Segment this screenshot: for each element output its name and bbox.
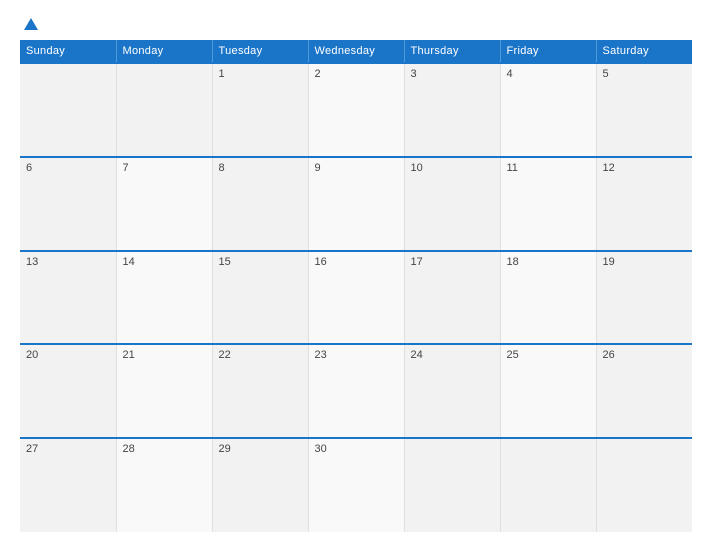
calendar-cell: 18 — [500, 251, 596, 345]
week-row-2: 6 7 8 9 10 11 12 — [20, 157, 692, 251]
day-number: 5 — [603, 68, 609, 80]
week-row-4: 20 21 22 23 24 25 26 — [20, 344, 692, 438]
day-number: 14 — [123, 256, 135, 268]
day-number: 21 — [123, 349, 135, 361]
day-number: 30 — [315, 443, 327, 455]
day-header-thursday: Thursday — [404, 40, 500, 63]
calendar-cell: 23 — [308, 344, 404, 438]
day-number: 17 — [411, 256, 423, 268]
logo-blue-text — [20, 18, 38, 30]
day-header-sunday: Sunday — [20, 40, 116, 63]
day-number: 10 — [411, 162, 423, 174]
day-number: 25 — [507, 349, 519, 361]
day-number: 26 — [603, 349, 615, 361]
day-number: 29 — [219, 443, 231, 455]
calendar-cell: 26 — [596, 344, 692, 438]
days-header-row: SundayMondayTuesdayWednesdayThursdayFrid… — [20, 40, 692, 63]
day-number: 16 — [315, 256, 327, 268]
day-header-saturday: Saturday — [596, 40, 692, 63]
calendar-cell: 10 — [404, 157, 500, 251]
logo-triangle-icon — [24, 18, 38, 30]
day-header-wednesday: Wednesday — [308, 40, 404, 63]
calendar-cell: 16 — [308, 251, 404, 345]
day-number: 2 — [315, 68, 321, 80]
day-number: 7 — [123, 162, 129, 174]
calendar-cell: 24 — [404, 344, 500, 438]
calendar-cell: 15 — [212, 251, 308, 345]
calendar-cell: 17 — [404, 251, 500, 345]
logo — [20, 18, 38, 30]
calendar-cell: 3 — [404, 63, 500, 157]
calendar-cell: 25 — [500, 344, 596, 438]
calendar-cell: 5 — [596, 63, 692, 157]
calendar-cell: 12 — [596, 157, 692, 251]
header — [20, 18, 692, 30]
calendar-cell: 6 — [20, 157, 116, 251]
calendar-cell: 1 — [212, 63, 308, 157]
day-number: 15 — [219, 256, 231, 268]
day-number: 13 — [26, 256, 38, 268]
day-header-monday: Monday — [116, 40, 212, 63]
day-number: 11 — [507, 162, 518, 174]
day-header-friday: Friday — [500, 40, 596, 63]
day-number: 1 — [219, 68, 225, 80]
day-number: 20 — [26, 349, 38, 361]
calendar-cell — [404, 438, 500, 532]
day-number: 9 — [315, 162, 321, 174]
calendar-cell: 30 — [308, 438, 404, 532]
day-number: 22 — [219, 349, 231, 361]
calendar-cell: 9 — [308, 157, 404, 251]
calendar-cell: 4 — [500, 63, 596, 157]
calendar-cell: 11 — [500, 157, 596, 251]
calendar-cell: 7 — [116, 157, 212, 251]
calendar-cell: 22 — [212, 344, 308, 438]
calendar-cell — [596, 438, 692, 532]
day-number: 12 — [603, 162, 615, 174]
calendar-table: SundayMondayTuesdayWednesdayThursdayFrid… — [20, 40, 692, 532]
calendar-cell: 29 — [212, 438, 308, 532]
day-header-tuesday: Tuesday — [212, 40, 308, 63]
calendar-cell: 2 — [308, 63, 404, 157]
day-number: 28 — [123, 443, 135, 455]
week-row-3: 13 14 15 16 17 18 19 — [20, 251, 692, 345]
calendar-cell: 21 — [116, 344, 212, 438]
calendar-cell: 14 — [116, 251, 212, 345]
day-number: 18 — [507, 256, 519, 268]
day-number: 3 — [411, 68, 417, 80]
calendar-cell: 28 — [116, 438, 212, 532]
week-row-1: 1 2 3 4 5 — [20, 63, 692, 157]
calendar-cell: 20 — [20, 344, 116, 438]
week-row-5: 27 28 29 30 — [20, 438, 692, 532]
day-number: 27 — [26, 443, 38, 455]
calendar-cell: 8 — [212, 157, 308, 251]
day-number: 8 — [219, 162, 225, 174]
day-number: 19 — [603, 256, 615, 268]
calendar-cell — [500, 438, 596, 532]
day-number: 24 — [411, 349, 423, 361]
calendar-cell: 19 — [596, 251, 692, 345]
calendar-cell: 27 — [20, 438, 116, 532]
calendar-page: SundayMondayTuesdayWednesdayThursdayFrid… — [0, 0, 712, 550]
calendar-cell — [20, 63, 116, 157]
calendar-cell: 13 — [20, 251, 116, 345]
day-number: 4 — [507, 68, 513, 80]
day-number: 6 — [26, 162, 32, 174]
calendar-cell — [116, 63, 212, 157]
day-number: 23 — [315, 349, 327, 361]
